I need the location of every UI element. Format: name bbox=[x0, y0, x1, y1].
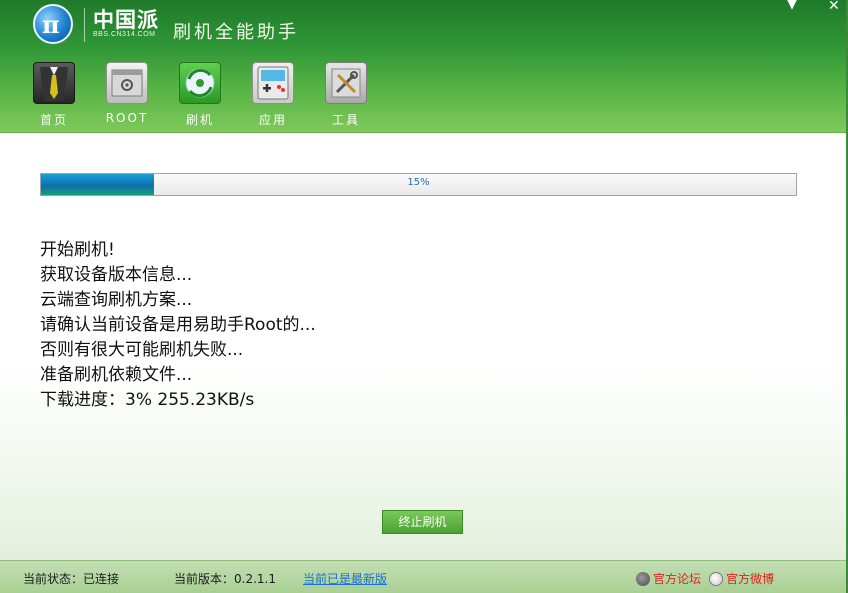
nav-label-flash: 刷机 bbox=[185, 113, 214, 127]
game-app-icon bbox=[252, 62, 294, 104]
forum-label: 官方论坛 bbox=[653, 572, 702, 586]
root-panel-icon bbox=[106, 62, 148, 104]
nav-item-root[interactable]: ROOT bbox=[99, 62, 155, 130]
weibo-link[interactable]: 官方微博 bbox=[709, 570, 774, 587]
stop-flash-button[interactable]: 终止刷机 bbox=[382, 510, 463, 534]
log-line: 否则有很大可能刷机失败... bbox=[40, 340, 244, 360]
logo-text: 中国派 bbox=[93, 8, 159, 32]
version-text: 当前版本：0.2.1.1 bbox=[174, 572, 276, 586]
log-line: 开始刷机! bbox=[40, 240, 115, 260]
nav-item-flash[interactable]: 刷机 bbox=[172, 62, 228, 130]
log-line: 获取设备版本信息... bbox=[40, 265, 193, 285]
nav-item-home[interactable]: 首页 bbox=[26, 62, 82, 130]
forum-icon bbox=[636, 572, 650, 586]
minimize-icon[interactable]: ▼ bbox=[787, 0, 797, 12]
connection-status: 当前状态：已连接 bbox=[23, 572, 120, 586]
status-bar: 当前状态：已连接 当前版本：0.2.1.1 当前已是最新版 官方论坛 官方微博 bbox=[0, 560, 848, 593]
nav-label-root: ROOT bbox=[105, 111, 149, 125]
progress-text: 15% bbox=[407, 177, 430, 188]
title-bar: π 中国派 BBS.CN314.COM 刷机全能助手 ▼ ✕ 首页 ROOT 刷… bbox=[0, 0, 848, 133]
log-panel: 开始刷机! 获取设备版本信息... 云端查询刷机方案... 请确认当前设备是用易… bbox=[40, 238, 316, 413]
update-link[interactable]: 当前已是最新版 bbox=[303, 570, 387, 587]
suit-tie-icon bbox=[33, 62, 75, 104]
weibo-icon bbox=[709, 572, 723, 586]
main-panel: 15% 开始刷机! 获取设备版本信息... 云端查询刷机方案... 请确认当前设… bbox=[0, 133, 848, 560]
nav-item-tools[interactable]: 工具 bbox=[318, 62, 374, 130]
app-title: 刷机全能助手 bbox=[173, 22, 299, 43]
nav-label-apps: 应用 bbox=[258, 113, 287, 127]
log-line: 准备刷机依赖文件... bbox=[40, 365, 193, 385]
weibo-label: 官方微博 bbox=[726, 572, 775, 586]
logo-divider bbox=[84, 8, 85, 42]
progress-bar: 15% bbox=[40, 173, 797, 196]
log-line: 下载进度：3% 255.23KB/s bbox=[40, 390, 255, 410]
log-line: 云端查询刷机方案... bbox=[40, 290, 193, 310]
close-icon[interactable]: ✕ bbox=[828, 0, 840, 14]
flash-disc-icon bbox=[179, 62, 221, 104]
logo-subtext: BBS.CN314.COM bbox=[93, 31, 156, 38]
logo-icon: π bbox=[33, 4, 73, 44]
logo-glyph: π bbox=[42, 10, 60, 39]
nav-item-apps[interactable]: 应用 bbox=[245, 62, 301, 130]
forum-link[interactable]: 官方论坛 bbox=[636, 570, 701, 587]
nav-label-tools: 工具 bbox=[331, 113, 360, 127]
log-line: 请确认当前设备是用易助手Root的... bbox=[40, 315, 316, 335]
nav-label-home: 首页 bbox=[39, 113, 68, 127]
tools-icon bbox=[325, 62, 367, 104]
